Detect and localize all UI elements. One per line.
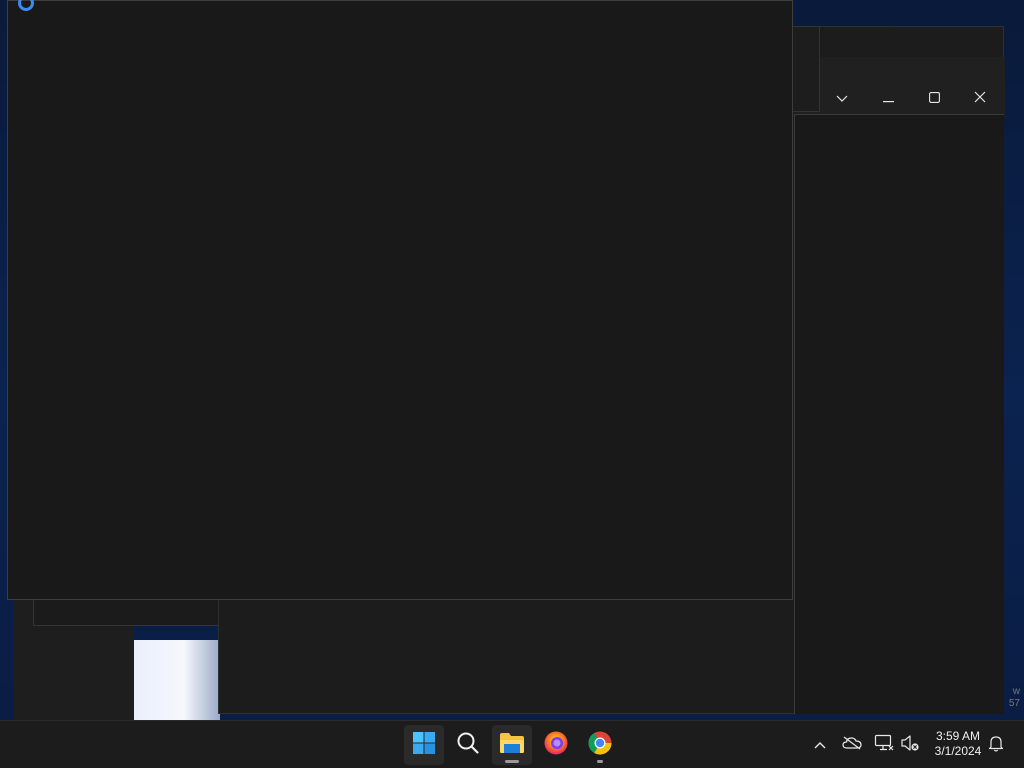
clock-date: 3/1/2024 — [934, 744, 982, 758]
running-indicator — [597, 760, 603, 763]
firefox-icon — [543, 730, 569, 761]
loading-spinner-icon — [18, 0, 34, 11]
onedrive-offline-icon — [842, 736, 862, 755]
taskbar-clock[interactable]: 3:59 AM 3/1/2024 — [926, 729, 990, 759]
minimize-button[interactable] — [865, 83, 911, 113]
volume-tray-button[interactable] — [898, 733, 922, 757]
network-icon — [874, 734, 894, 757]
search-icon — [456, 731, 480, 760]
running-indicator — [505, 760, 519, 763]
foreground-window[interactable] — [7, 0, 793, 600]
network-tray-button[interactable] — [872, 733, 896, 757]
clock-time: 3:59 AM — [935, 729, 981, 743]
maximize-icon — [928, 91, 940, 106]
search-button[interactable] — [448, 725, 488, 765]
chrome-taskbar-button[interactable] — [580, 725, 620, 765]
expand-button[interactable] — [819, 83, 865, 113]
maximize-button[interactable] — [911, 83, 957, 113]
windows-logo-icon — [412, 731, 436, 760]
notifications-button[interactable] — [984, 733, 1008, 757]
volume-muted-icon — [900, 734, 920, 757]
taskbar: 3:59 AM 3/1/2024 — [0, 720, 1024, 768]
desktop-edge-text: w 57 — [1009, 686, 1020, 710]
chevron-up-icon — [814, 736, 826, 754]
explorer-content-area[interactable] — [794, 114, 1004, 714]
close-button[interactable] — [957, 83, 1003, 113]
file-explorer-taskbar-button[interactable] — [492, 725, 532, 765]
start-button[interactable] — [404, 725, 444, 765]
folder-icon — [499, 732, 525, 759]
desktop-edge-text-line2: 57 — [1008, 698, 1020, 709]
firefox-taskbar-button[interactable] — [536, 725, 576, 765]
desktop[interactable]: w 57 — [0, 0, 1024, 720]
chrome-icon — [587, 730, 613, 761]
minimize-icon — [882, 91, 894, 106]
wallpaper-highlight — [130, 640, 220, 720]
desktop-edge-text-line1: w — [1012, 686, 1020, 697]
onedrive-tray-button[interactable] — [840, 733, 864, 757]
close-icon — [974, 91, 986, 106]
show-hidden-icons-button[interactable] — [808, 733, 832, 757]
notification-bell-icon — [988, 734, 1004, 757]
chevron-down-icon — [836, 91, 848, 106]
